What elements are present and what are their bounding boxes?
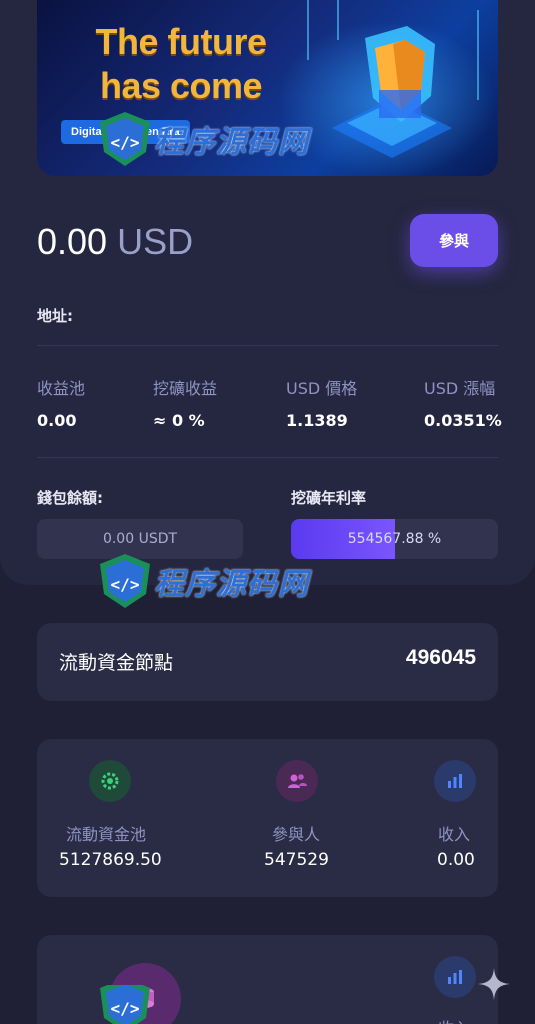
banner-subtitle: Digital the Token Era xyxy=(61,120,190,144)
join-button[interactable]: 參與 xyxy=(410,214,498,267)
liquidity-node-label: 流動資金節點 xyxy=(59,652,174,674)
mining-apr-value: 554567.88 % xyxy=(347,531,442,547)
divider xyxy=(37,457,498,458)
stat-label-usd-change: USD 漲幅 xyxy=(424,379,496,398)
income-value: 0.00 xyxy=(437,850,475,870)
sparkle-icon xyxy=(478,968,510,1000)
balance-display: 0.00 USD xyxy=(37,220,193,264)
bar-chart-icon xyxy=(434,956,476,998)
stat-value-mining-yield: ≈ 0 % xyxy=(153,411,205,430)
stat-value-usd-change: 0.0351% xyxy=(424,411,502,430)
banner-title: The future has come xyxy=(95,21,268,106)
users-icon xyxy=(276,760,318,802)
divider xyxy=(37,345,498,346)
mining-apr-progress: 554567.88 % xyxy=(291,519,498,559)
shield-icon xyxy=(332,26,452,158)
stat-value-yield-pool: 0.00 xyxy=(37,411,77,430)
bottom-card: 收入 xyxy=(37,935,498,1024)
wallet-balance-value: 0.00 USDT xyxy=(37,519,243,559)
promo-banner[interactable]: The future has come Digital the Token Er… xyxy=(37,0,498,176)
wallet-balance-label: 錢包餘額: xyxy=(37,489,103,507)
gear-icon xyxy=(89,760,131,802)
balance-currency: USD xyxy=(117,221,194,262)
liquidity-node-value: 496045 xyxy=(405,646,476,669)
income-label: 收入 xyxy=(438,825,471,844)
liquidity-node-card[interactable]: 流動資金節點 496045 xyxy=(37,623,498,701)
participants-value: 547529 xyxy=(264,850,329,870)
top-panel: The future has come Digital the Token Er… xyxy=(0,0,535,585)
stat-value-usd-price: 1.1389 xyxy=(286,411,348,430)
balance-amount: 0.00 xyxy=(37,221,108,262)
mining-apr-label: 挖礦年利率 xyxy=(291,489,367,507)
stat-label-usd-price: USD 價格 xyxy=(286,379,358,398)
address-label: 地址: xyxy=(37,307,73,325)
bottom-income-label: 收入 xyxy=(438,1015,470,1024)
liquidity-pool-label: 流動資金池 xyxy=(66,825,147,844)
pool-stats-card: 流動資金池 參與人 收入 5127869.50 547529 0.00 xyxy=(37,739,498,897)
liquidity-pool-value: 5127869.50 xyxy=(59,850,162,870)
coin-stack-icon xyxy=(109,963,181,1024)
stat-label-yield-pool: 收益池 xyxy=(37,379,86,398)
banner-light-line xyxy=(477,10,479,100)
banner-light-line xyxy=(307,0,309,60)
bar-chart-icon xyxy=(434,760,476,802)
participants-label: 參與人 xyxy=(272,825,321,844)
stat-label-mining-yield: 挖礦收益 xyxy=(153,379,218,398)
